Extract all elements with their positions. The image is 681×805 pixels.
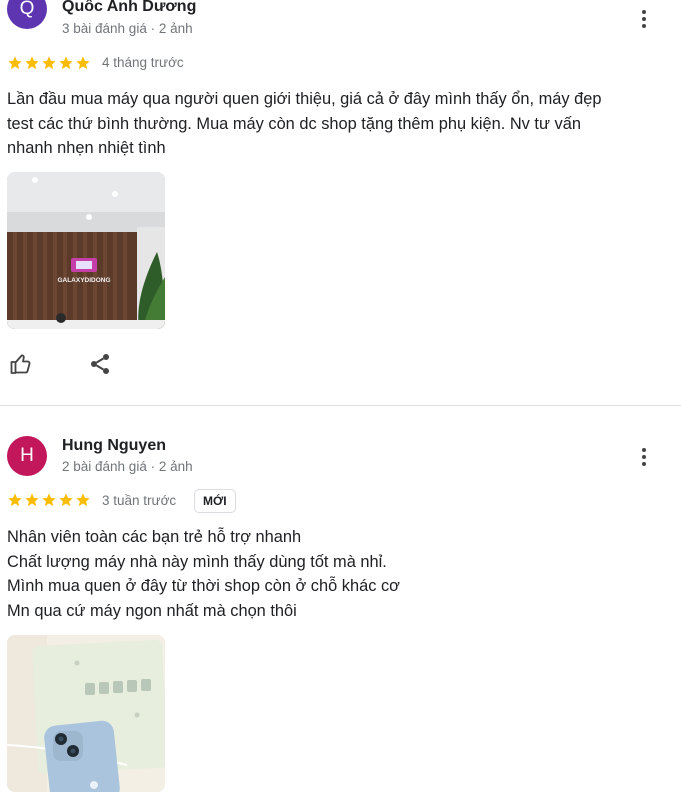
avatar[interactable]: Q bbox=[7, 0, 47, 29]
star-icon bbox=[59, 56, 73, 70]
star-icon bbox=[76, 56, 90, 70]
review-photo[interactable]: GALAXYDIDONG bbox=[7, 172, 165, 329]
more-options-button[interactable] bbox=[632, 445, 656, 469]
star-icon bbox=[76, 493, 90, 507]
review-text-line: Mình mua quen ở đây từ thời shop còn ở c… bbox=[7, 577, 400, 595]
review-text-line: Lần đầu mua máy qua người quen giới thiệ… bbox=[7, 90, 602, 108]
thumb-up-icon[interactable] bbox=[9, 352, 33, 376]
star-icon bbox=[42, 493, 56, 507]
camera-icon bbox=[53, 731, 83, 761]
review-text-line: test các thứ bình thường. Mua máy còn dc… bbox=[7, 114, 581, 133]
avatar-letter: Q bbox=[19, 0, 35, 19]
reviewer-name[interactable]: Quốc Anh Dương bbox=[62, 0, 196, 16]
store-logo-icon bbox=[71, 258, 97, 272]
review-text-line: Mn qua cứ máy ngon nhất mà chọn thôi bbox=[7, 601, 297, 620]
reviewer-meta[interactable]: 2 bài đánh giá · 2 ảnh bbox=[62, 459, 193, 474]
star-icon bbox=[42, 56, 56, 70]
star-icon bbox=[8, 56, 22, 70]
more-options-button[interactable] bbox=[632, 7, 656, 31]
review-photo[interactable] bbox=[7, 635, 165, 792]
share-icon[interactable] bbox=[88, 352, 112, 376]
star-icon bbox=[59, 493, 73, 507]
review-text-line: Chất lượng máy nhà này mình thấy dùng tố… bbox=[7, 552, 387, 571]
divider bbox=[0, 405, 681, 406]
new-badge: MỚI bbox=[194, 489, 236, 513]
review-text-line: nhanh nhẹn nhiệt tình bbox=[7, 139, 166, 157]
review-time: 4 tháng trước bbox=[102, 55, 184, 70]
reviewer-meta[interactable]: 3 bài đánh giá · 2 ảnh bbox=[62, 21, 193, 36]
star-rating bbox=[7, 492, 91, 508]
star-icon bbox=[25, 493, 39, 507]
review-time: 3 tuần trước bbox=[102, 493, 177, 508]
review-text: Lần đầu mua máy qua người quen giới thiệ… bbox=[7, 87, 657, 161]
star-icon bbox=[25, 56, 39, 70]
avatar-letter: H bbox=[20, 445, 34, 466]
photo-sign-text: GALAXYDIDONG bbox=[57, 277, 110, 284]
reviewer-name[interactable]: Hung Nguyen bbox=[62, 437, 166, 455]
star-rating bbox=[7, 55, 91, 71]
review-text-line: Nhân viên toàn các bạn trẻ hỗ trợ nhanh bbox=[7, 528, 302, 546]
star-icon bbox=[8, 493, 22, 507]
review-text: Nhân viên toàn các bạn trẻ hỗ trợ nhanh … bbox=[7, 525, 657, 623]
avatar[interactable]: H bbox=[7, 436, 47, 476]
